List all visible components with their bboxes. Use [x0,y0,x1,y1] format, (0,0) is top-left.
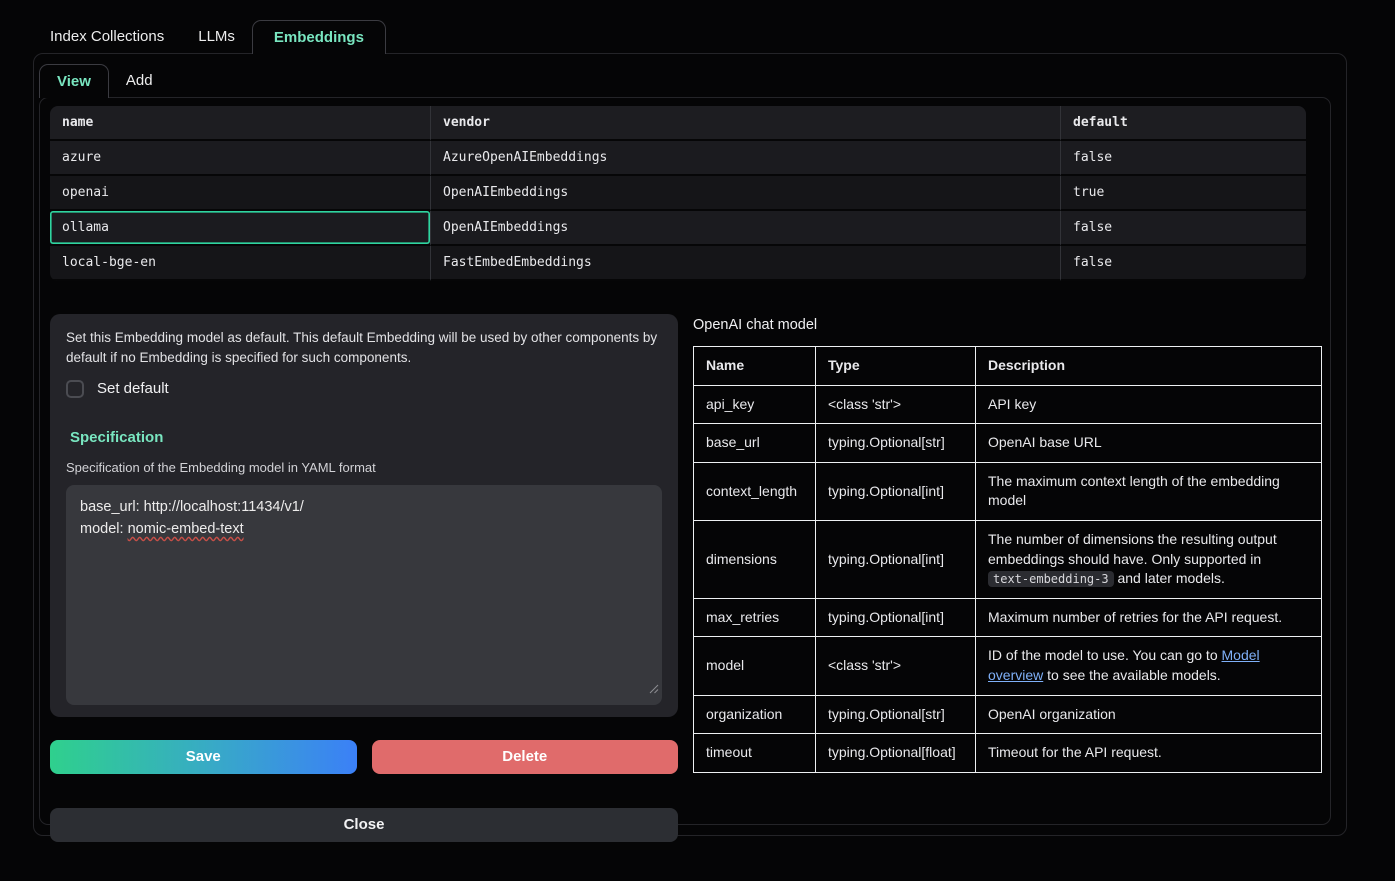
embeddings-table-header: namevendordefault [50,106,1306,141]
doc-param-type: <class 'str'> [816,385,976,424]
doc-param-name: dimensions [694,520,816,598]
embedding-name-cell[interactable]: ollama [50,211,430,246]
doc-param-name: organization [694,695,816,734]
embedding-vendor-cell[interactable]: FastEmbedEmbeddings [430,246,1060,281]
tab-embeddings[interactable]: Embeddings [252,20,386,54]
embeddings-table-container: namevendordefault azureAzureOpenAIEmbedd… [50,106,1306,281]
embedding-default-cell[interactable]: false [1060,246,1306,281]
inline-code: text-embedding-3 [988,571,1114,587]
doc-col-name: Name [694,347,816,386]
embeddings-col-name: name [50,106,430,141]
doc-param-name: model [694,637,816,695]
doc-row-organization: organizationtyping.Optional[str]OpenAI o… [694,695,1322,734]
embedding-name-cell[interactable]: azure [50,141,430,176]
embedding-default-cell[interactable]: false [1060,211,1306,246]
embedding-row-azure: azureAzureOpenAIEmbeddingsfalse [50,141,1306,176]
embeddings-panel: View Add namevendordefault azureAzureOpe… [33,53,1347,836]
embedding-default-cell[interactable]: true [1060,176,1306,211]
doc-param-type: typing.Optional[str] [816,695,976,734]
model-overview-link[interactable]: Model overview [988,647,1260,683]
doc-param-description: ID of the model to use. You can go to Mo… [976,637,1322,695]
sub-tab-bar: View Add [34,54,1346,97]
doc-param-description: The number of dimensions the resulting o… [976,520,1322,598]
specification-heading: Specification [70,429,662,446]
detail-area: Set this Embedding model as default. Thi… [50,314,1320,842]
embedding-detail-column: Set this Embedding model as default. Thi… [50,314,678,842]
embedding-vendor-cell[interactable]: AzureOpenAIEmbeddings [430,141,1060,176]
doc-row-dimensions: dimensionstyping.Optional[int]The number… [694,520,1322,598]
doc-param-description: Maximum number of retries for the API re… [976,598,1322,637]
doc-param-name: api_key [694,385,816,424]
embedding-vendor-cell[interactable]: OpenAIEmbeddings [430,176,1060,211]
embeddings-table: namevendordefault azureAzureOpenAIEmbedd… [50,106,1306,281]
yaml-line-2-key: model: [80,521,128,537]
save-button[interactable]: Save [50,740,357,774]
model-doc-header: NameTypeDescription [694,347,1322,386]
doc-param-type: typing.Optional[str] [816,424,976,463]
doc-param-description: The maximum context length of the embedd… [976,462,1322,520]
close-button[interactable]: Close [50,808,678,842]
doc-param-description: OpenAI base URL [976,424,1322,463]
set-default-label: Set default [97,380,169,397]
embedding-row-local-bge-en: local-bge-enFastEmbedEmbeddingsfalse [50,246,1306,281]
tab-llms[interactable]: LLMs [181,20,252,53]
embedding-name-cell[interactable]: openai [50,176,430,211]
doc-row-model: model<class 'str'>ID of the model to use… [694,637,1322,695]
doc-row-max_retries: max_retriestyping.Optional[int]Maximum n… [694,598,1322,637]
default-description: Set this Embedding model as default. Thi… [66,328,662,369]
set-default-row: Set default [66,380,662,398]
doc-param-name: context_length [694,462,816,520]
yaml-line-1: base_url: http://localhost:11434/v1/ [80,499,304,515]
doc-param-name: max_retries [694,598,816,637]
embedding-row-ollama: ollamaOpenAIEmbeddingsfalse [50,211,1306,246]
model-doc-column: OpenAI chat model NameTypeDescription ap… [693,314,1322,842]
default-settings-panel: Set this Embedding model as default. Thi… [50,314,678,717]
model-doc-title: OpenAI chat model [693,317,1322,333]
embedding-default-cell[interactable]: false [1060,141,1306,176]
delete-button[interactable]: Delete [372,740,679,774]
model-doc-table: NameTypeDescription api_key<class 'str'>… [693,346,1322,773]
doc-param-type: typing.Optional[int] [816,598,976,637]
embedding-vendor-cell[interactable]: OpenAIEmbeddings [430,211,1060,246]
specification-caption: Specification of the Embedding model in … [66,460,662,475]
yaml-line-2-value: nomic-embed-text [128,521,244,537]
doc-col-type: Type [816,347,976,386]
doc-param-type: <class 'str'> [816,637,976,695]
action-button-row: Save Delete [50,740,678,774]
doc-col-description: Description [976,347,1322,386]
doc-row-context_length: context_lengthtyping.Optional[int]The ma… [694,462,1322,520]
tab-index-collections[interactable]: Index Collections [33,20,181,53]
resize-handle-icon[interactable] [649,679,659,701]
embedding-name-cell[interactable]: local-bge-en [50,246,430,281]
tab-view[interactable]: View [39,64,109,98]
embedding-row-openai: openaiOpenAIEmbeddingstrue [50,176,1306,211]
doc-param-description: API key [976,385,1322,424]
doc-param-name: base_url [694,424,816,463]
doc-param-type: typing.Optional[float] [816,734,976,773]
embeddings-col-vendor: vendor [430,106,1060,141]
doc-row-api_key: api_key<class 'str'>API key [694,385,1322,424]
doc-param-type: typing.Optional[int] [816,520,976,598]
set-default-checkbox[interactable] [66,380,84,398]
doc-param-type: typing.Optional[int] [816,462,976,520]
doc-param-description: OpenAI organization [976,695,1322,734]
top-tab-bar: Index Collections LLMs Embeddings [33,20,1395,53]
embeddings-col-default: default [1060,106,1306,141]
yaml-spec-editor[interactable]: base_url: http://localhost:11434/v1/ mod… [66,485,662,705]
tab-add[interactable]: Add [109,64,170,97]
doc-param-name: timeout [694,734,816,773]
doc-row-timeout: timeouttyping.Optional[float]Timeout for… [694,734,1322,773]
doc-param-description: Timeout for the API request. [976,734,1322,773]
doc-row-base_url: base_urltyping.Optional[str]OpenAI base … [694,424,1322,463]
view-tab-content: namevendordefault azureAzureOpenAIEmbedd… [39,97,1331,825]
